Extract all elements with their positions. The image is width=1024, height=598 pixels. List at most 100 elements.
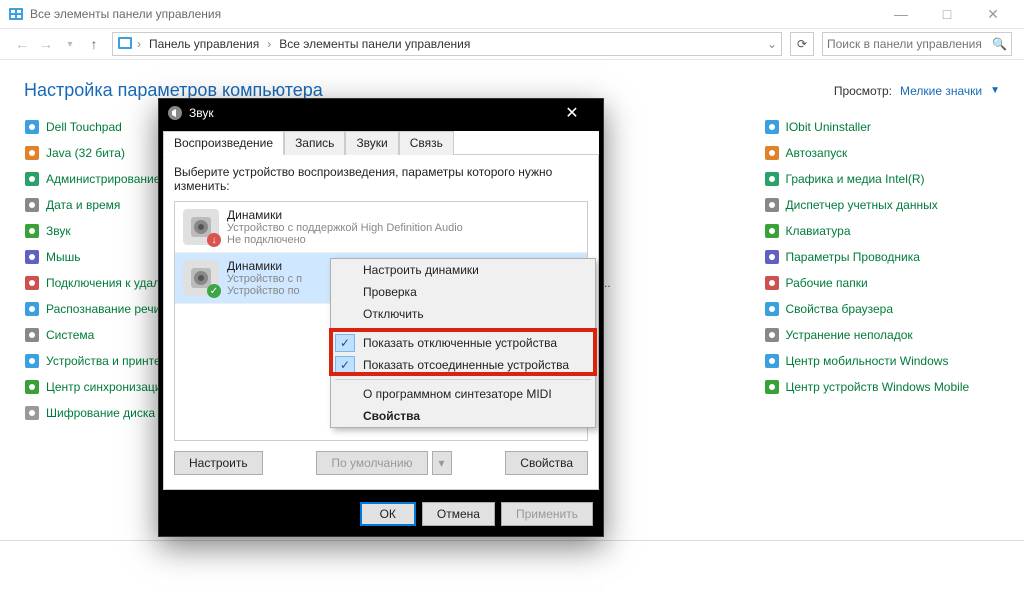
cp-item[interactable]: Клавиатура (764, 221, 1001, 241)
ctx-configure-speakers[interactable]: Настроить динамики (331, 259, 595, 281)
cp-item-link[interactable]: Администрирование (46, 172, 160, 186)
cp-item-link[interactable]: Центр синхронизаци (46, 380, 161, 394)
view-value[interactable]: Мелкие значки (900, 84, 982, 98)
refresh-button[interactable]: ⟳ (790, 32, 814, 56)
cp-item-link[interactable]: Шифрование диска Bi (46, 406, 169, 420)
breadcrumb-0[interactable]: Панель управления (145, 37, 263, 51)
properties-button[interactable]: Свойства (505, 451, 588, 475)
cancel-button[interactable]: Отмена (422, 502, 495, 526)
cp-item-icon (764, 145, 780, 161)
ctx-show-disabled[interactable]: ✓ Показать отключенные устройства (331, 332, 595, 354)
status-default-icon: ✓ (207, 284, 221, 298)
ctx-label: Показать отсоединенные устройства (363, 358, 569, 372)
forward-button[interactable]: → (36, 34, 56, 54)
nav-arrows: ← → ▾ ↑ (12, 34, 104, 54)
dropdown-icon[interactable]: ⌄ (767, 37, 777, 51)
default-button[interactable]: По умолчанию (316, 451, 427, 475)
device-item[interactable]: ↓ Динамики Устройство с поддержкой High … (175, 202, 587, 253)
footer-spacer (0, 540, 1024, 598)
cp-item-link[interactable]: Центр мобильности Windows (786, 354, 949, 368)
check-icon: ✓ (335, 356, 355, 374)
cp-item-icon (764, 275, 780, 291)
up-button[interactable]: ↑ (84, 34, 104, 54)
device-sub1: Устройство с п (227, 273, 302, 285)
ctx-show-disconnected[interactable]: ✓ Показать отсоединенные устройства (331, 354, 595, 376)
cp-item[interactable]: IObit Uninstaller (764, 117, 1001, 137)
device-sub2: Не подключено (227, 234, 463, 246)
chevron-down-icon[interactable]: ▼ (990, 85, 1000, 96)
search-icon[interactable]: 🔍 (992, 37, 1007, 51)
cp-item-link[interactable]: Устройства и принтер (46, 354, 167, 368)
apply-button[interactable]: Применить (501, 502, 593, 526)
cp-item[interactable]: Параметры Проводника (764, 247, 1001, 267)
ok-button[interactable]: ОК (360, 502, 416, 526)
cp-item-link[interactable]: IObit Uninstaller (786, 120, 871, 134)
default-dropdown[interactable]: ▾ (432, 451, 452, 475)
cp-item-link[interactable]: Параметры Проводника (786, 250, 920, 264)
dialog-close-button[interactable]: ✕ (549, 99, 595, 127)
tab-sounds[interactable]: Звуки (345, 131, 398, 155)
dialog-title: Звук (189, 106, 549, 120)
ctx-properties[interactable]: Свойства (331, 405, 595, 427)
device-name: Динамики (227, 259, 302, 273)
tab-playback[interactable]: Воспроизведение (163, 131, 284, 155)
tab-recording[interactable]: Запись (284, 131, 345, 155)
cp-item-link[interactable]: Дата и время (46, 198, 120, 212)
cp-item[interactable]: Устранение неполадок (764, 325, 1001, 345)
cp-item-icon (764, 249, 780, 265)
cp-item-link[interactable]: Графика и медиа Intel(R) (786, 172, 925, 186)
tab-description: Выберите устройство воспроизведения, пар… (174, 165, 588, 193)
back-button[interactable]: ← (12, 34, 32, 54)
cp-item-link[interactable]: Мышь (46, 250, 81, 264)
window-title: Все элементы панели управления (30, 7, 878, 21)
cp-item-link[interactable]: Звук (46, 224, 71, 238)
cp-item-link[interactable]: Диспетчер учетных данных (786, 198, 938, 212)
cp-item[interactable]: Центр устройств Windows Mobile (764, 377, 1001, 397)
close-button[interactable]: ✕ (970, 0, 1016, 28)
cp-item-icon (24, 197, 40, 213)
cp-icon (117, 35, 133, 54)
cp-item-link[interactable]: Центр устройств Windows Mobile (786, 380, 970, 394)
maximize-button[interactable]: □ (924, 0, 970, 28)
cp-item[interactable]: Рабочие папки (764, 273, 1001, 293)
control-panel-icon (8, 6, 24, 22)
address-bar[interactable]: › Панель управления › Все элементы панел… (112, 32, 782, 56)
search-box[interactable]: 🔍 (822, 32, 1012, 56)
search-input[interactable] (827, 37, 992, 51)
cp-item-link[interactable]: Распознавание речи (46, 302, 160, 316)
cp-item-icon (24, 353, 40, 369)
cp-item-link[interactable]: Подключения к удале (46, 276, 167, 290)
cp-item[interactable]: Свойства браузера (764, 299, 1001, 319)
tab-communications[interactable]: Связь (399, 131, 454, 155)
toolbar: ← → ▾ ↑ › Панель управления › Все элемен… (0, 28, 1024, 60)
cp-item-link[interactable]: Рабочие папки (786, 276, 868, 290)
window-buttons: — □ ✕ (878, 0, 1016, 28)
cp-item-link[interactable]: Система (46, 328, 94, 342)
cp-item-link[interactable]: Dell Touchpad (46, 120, 122, 134)
cp-item[interactable]: Графика и медиа Intel(R) (764, 169, 1001, 189)
cp-item-link[interactable]: Автозапуск (786, 146, 848, 160)
cp-item-link[interactable]: Устранение неполадок (786, 328, 913, 342)
cp-item-link[interactable]: Клавиатура (786, 224, 851, 238)
ctx-about-midi[interactable]: О программном синтезаторе MIDI (331, 383, 595, 405)
cp-item-link[interactable]: Java (32 бита) (46, 146, 125, 160)
configure-button[interactable]: Настроить (174, 451, 263, 475)
cp-item[interactable]: Автозапуск (764, 143, 1001, 163)
minimize-button[interactable]: — (878, 0, 924, 28)
recent-dropdown[interactable]: ▾ (60, 34, 80, 54)
cp-item-icon (764, 379, 780, 395)
ctx-disable[interactable]: Отключить (331, 303, 595, 325)
dialog-ok-row: ОК Отмена Применить (159, 494, 603, 536)
cp-item-icon (764, 353, 780, 369)
cp-item-link[interactable]: Свойства браузера (786, 302, 894, 316)
cp-item[interactable]: Центр мобильности Windows (764, 351, 1001, 371)
ctx-test[interactable]: Проверка (331, 281, 595, 303)
cp-item-icon (24, 171, 40, 187)
dialog-tabs: Воспроизведение Запись Звуки Связь (163, 131, 599, 155)
dialog-titlebar[interactable]: Звук ✕ (159, 99, 603, 127)
device-sub1: Устройство с поддержкой High Definition … (227, 222, 463, 234)
cp-item-icon (764, 327, 780, 343)
breadcrumb-1[interactable]: Все элементы панели управления (275, 37, 474, 51)
ctx-separator (335, 379, 591, 380)
cp-item[interactable]: Диспетчер учетных данных (764, 195, 1001, 215)
